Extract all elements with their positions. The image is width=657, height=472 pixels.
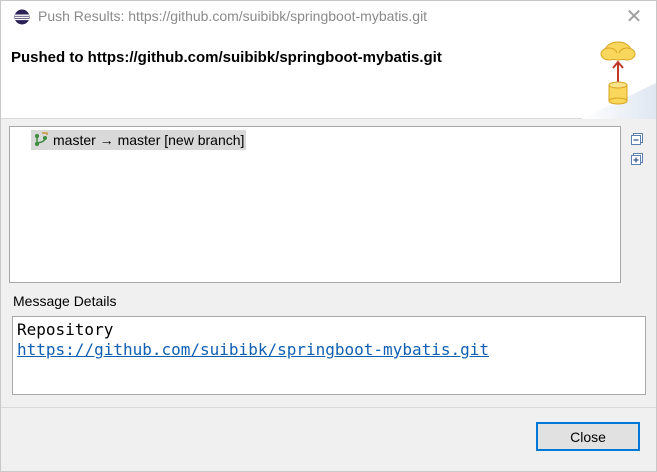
footer-separator: [1, 407, 656, 408]
repository-label: Repository: [17, 320, 114, 339]
message-details-label: Message Details: [13, 293, 117, 309]
collapse-all-icon[interactable]: [630, 132, 644, 146]
close-icon[interactable]: ✕: [623, 5, 645, 27]
branch-icon: [35, 132, 48, 146]
close-button[interactable]: Close: [536, 422, 640, 451]
repository-link[interactable]: https://github.com/suibibk/springboot-my…: [17, 340, 489, 359]
eclipse-icon: [14, 9, 30, 25]
header-title: Pushed to https://github.com/suibibk/spr…: [11, 49, 442, 66]
tree-row[interactable]: master → master [new branch]: [31, 130, 247, 150]
push-results-dialog: Push Results: https://github.com/suibibk…: [0, 0, 657, 472]
dialog-header: Pushed to https://github.com/suibibk/spr…: [1, 33, 656, 119]
window-title: Push Results: https://github.com/suibibk…: [38, 8, 428, 24]
expand-all-icon[interactable]: [630, 152, 644, 166]
tree-row-label: master → master [new branch]: [53, 132, 245, 148]
message-details-text[interactable]: Repository https://github.com/suibibk/sp…: [12, 316, 646, 395]
push-results-tree[interactable]: master → master [new branch]: [9, 126, 621, 283]
cloud-upload-database-icon: [581, 41, 656, 119]
title-bar[interactable]: Push Results: https://github.com/suibibk…: [1, 1, 656, 33]
